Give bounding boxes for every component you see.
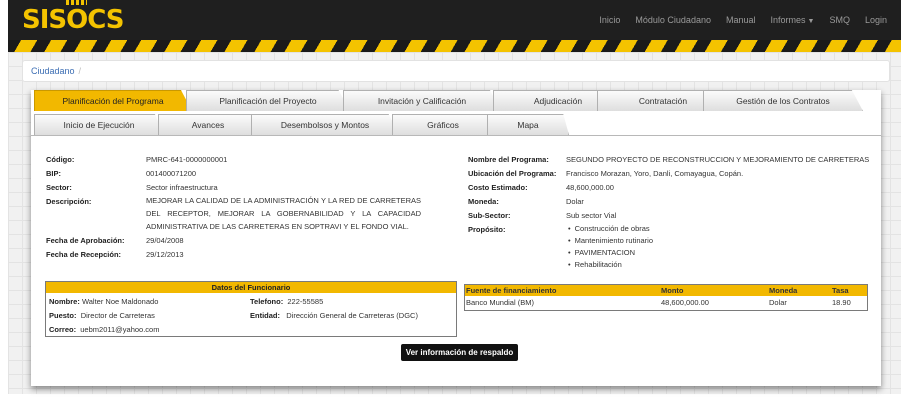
funcionario-nombre-value: Walter Noe Maldonado bbox=[81, 297, 159, 306]
funcionario-table: Datos del Funcionario Nombre: Walter Noe… bbox=[45, 281, 457, 337]
tab-invitacion-calificacion[interactable]: Invitación y Calificación bbox=[343, 90, 501, 111]
breadcrumb-ciudadano[interactable]: Ciudadano bbox=[31, 66, 75, 76]
fecha-recepcion-label: Fecha de Recepción: bbox=[46, 250, 122, 259]
costo-value: 48,600,000.00 bbox=[566, 183, 614, 192]
financiamiento-header-row: Fuente de financiamiento Monto Moneda Ta… bbox=[465, 285, 867, 296]
nav-informes-label: Informes bbox=[770, 15, 806, 25]
fecha-aprobacion-value: 29/04/2008 bbox=[146, 236, 184, 245]
tab-planificacion-proyecto[interactable]: Planificación del Proyecto bbox=[186, 90, 350, 111]
funcionario-correo-label: Correo: bbox=[49, 325, 77, 334]
fuente-header: Fuente de financiamiento bbox=[466, 286, 557, 295]
subsector-label: Sub-Sector: bbox=[468, 211, 511, 220]
nav-inicio[interactable]: Inicio bbox=[599, 15, 620, 25]
bip-label: BIP: bbox=[46, 169, 61, 178]
main-nav: Inicio Módulo Ciudadano Manual Informes ▼… bbox=[584, 0, 887, 40]
descripcion-label: Descripción: bbox=[46, 197, 92, 206]
nav-modulo-ciudadano[interactable]: Módulo Ciudadano bbox=[635, 15, 711, 25]
main-content: Ciudadano / Planificación del Programa Pl… bbox=[8, 52, 901, 394]
moneda-value: Dolar bbox=[566, 197, 584, 206]
costo-label: Costo Estimado: bbox=[468, 183, 528, 192]
moneda-header: Moneda bbox=[769, 286, 798, 295]
breadcrumb: Ciudadano / bbox=[22, 60, 890, 82]
funcionario-entidad-label: Entidad: bbox=[250, 311, 280, 320]
funcionario-telefono-value: 222-55585 bbox=[287, 297, 324, 306]
financiamiento-table: Fuente de financiamiento Monto Moneda Ta… bbox=[464, 284, 868, 311]
funcionario-entidad-value: Dirección General de Carreteras (DGC) bbox=[286, 311, 418, 320]
list-item: Mantenimiento rutinario bbox=[568, 235, 653, 247]
funcionario-puesto-label: Puesto: bbox=[49, 311, 77, 320]
ver-informacion-respaldo-button[interactable]: Ver información de respaldo bbox=[401, 344, 518, 361]
monto-header: Monto bbox=[661, 286, 684, 295]
ubicacion-value: Francisco Morazan, Yoro, Danli, Comayagu… bbox=[566, 169, 744, 178]
breadcrumb-separator: / bbox=[78, 66, 82, 76]
tasa-header: Tasa bbox=[832, 286, 849, 295]
tab-mapa[interactable]: Mapa bbox=[487, 114, 569, 135]
subsector-value: Sub sector Vial bbox=[566, 211, 617, 220]
tab-divider bbox=[31, 135, 881, 136]
proposito-label: Propósito: bbox=[468, 225, 506, 234]
funcionario-correo-value: uebm2011@yahoo.com bbox=[80, 325, 160, 334]
tab-planificacion-programa[interactable]: Planificación del Programa bbox=[34, 90, 192, 111]
tab-graficos[interactable]: Gráficos bbox=[392, 114, 494, 135]
caret-down-icon: ▼ bbox=[807, 18, 815, 25]
program-panel: Planificación del Programa Planificación… bbox=[31, 90, 881, 386]
funcionario-puesto-value: Director de Carreteras bbox=[80, 311, 155, 320]
codigo-label: Código: bbox=[46, 155, 75, 164]
sector-label: Sector: bbox=[46, 183, 72, 192]
fecha-aprobacion-label: Fecha de Aprobación: bbox=[46, 236, 125, 245]
hazard-stripe bbox=[8, 40, 901, 52]
tab-gestion-contratos[interactable]: Gestión de los Contratos bbox=[703, 90, 863, 111]
fuente-value: Banco Mundial (BM) bbox=[466, 298, 534, 307]
sector-value: Sector infraestructura bbox=[146, 183, 218, 192]
nav-manual[interactable]: Manual bbox=[726, 15, 756, 25]
bip-value: 001400071200 bbox=[146, 169, 197, 178]
nav-login[interactable]: Login bbox=[865, 15, 887, 25]
moneda-value: Dolar bbox=[769, 298, 787, 307]
list-item: Rehabilitación bbox=[568, 259, 653, 271]
sisocs-logo[interactable]: SISO CS bbox=[22, 0, 125, 35]
funcionario-nombre-label: Nombre: bbox=[49, 297, 80, 306]
nombre-programa-value: SEGUNDO PROYECTO DE RECONSTRUCCION Y MEJ… bbox=[566, 155, 870, 164]
nav-informes[interactable]: Informes ▼ bbox=[771, 15, 815, 25]
codigo-value: PMRC-641-0000000001 bbox=[146, 155, 228, 164]
list-item: PAVIMENTACION bbox=[568, 247, 653, 259]
fecha-recepcion-value: 29/12/2013 bbox=[146, 250, 184, 259]
ubicacion-label: Ubicación del Programa: bbox=[468, 169, 557, 178]
descripcion-value: MEJORAR LA CALIDAD DE LA ADMINISTRACIÓN … bbox=[146, 196, 421, 231]
list-item: Construcción de obras bbox=[568, 223, 653, 235]
funcionario-header: Datos del Funcionario bbox=[46, 282, 456, 293]
monto-value: 48,600,000.00 bbox=[661, 298, 709, 307]
nombre-programa-label: Nombre del Programa: bbox=[468, 155, 549, 164]
moneda-label: Moneda: bbox=[468, 197, 499, 206]
tab-inicio-ejecucion[interactable]: Inicio de Ejecución bbox=[34, 114, 164, 135]
nav-smq[interactable]: SMQ bbox=[829, 15, 850, 25]
proposito-list: Construcción de obras Mantenimiento ruti… bbox=[568, 223, 653, 271]
tasa-value: 18.90 bbox=[832, 298, 851, 307]
tab-avances[interactable]: Avances bbox=[158, 114, 258, 135]
funcionario-telefono-label: Telefono: bbox=[250, 297, 284, 306]
tab-desembolsos-montos[interactable]: Desembolsos y Montos bbox=[251, 114, 399, 135]
top-navbar: SISO CS Inicio Módulo Ciudadano Manual In… bbox=[8, 0, 901, 40]
